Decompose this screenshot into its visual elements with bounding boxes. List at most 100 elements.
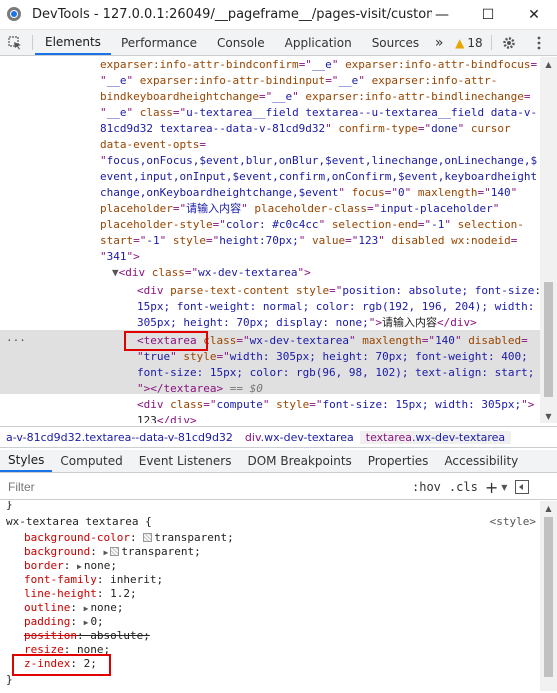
compute-node[interactable]: <div class="compute" style="font-size: 1… [137, 397, 536, 413]
styles-scrollbar[interactable]: ▲ [540, 501, 557, 691]
tab-sources[interactable]: Sources [362, 30, 429, 55]
breadcrumb-item-div[interactable]: div.wx-dev-textarea [239, 431, 360, 444]
scroll-up-icon[interactable]: ▲ [540, 501, 557, 515]
class-toggle[interactable]: .cls [445, 480, 482, 494]
textarea-field-attr-line[interactable]: bindkeyboardheightchange="__e" exparser:… [100, 89, 536, 105]
style-property-padding[interactable]: padding: ▶ 0; [24, 615, 104, 630]
tab-styles[interactable]: Styles [0, 450, 53, 472]
textarea-field-attr-line[interactable]: change,onKeyboardheightchange,$event" fo… [100, 185, 536, 201]
property-name[interactable]: font-family [24, 573, 97, 586]
textarea-field-attr-line[interactable]: "__e" exparser:info-attr-bindinput="__e"… [100, 73, 536, 89]
textarea-node[interactable]: "></textarea> == $0 [137, 381, 536, 397]
parse-text-content-node[interactable]: 15px; font-weight: normal; color: rgb(19… [137, 299, 536, 315]
close-button[interactable]: ✕ [511, 0, 557, 30]
style-property-outline[interactable]: outline: ▶ none; [24, 601, 124, 616]
property-value[interactable]: none; [90, 601, 123, 614]
toggle-sidebar-icon[interactable] [515, 480, 530, 494]
breadcrumb-item-textarea-field[interactable]: a-v-81cd9d32.textarea--data-v-81cd9d32 [0, 431, 239, 444]
property-name[interactable]: background-color [24, 531, 130, 544]
tab-accessibility[interactable]: Accessibility [436, 450, 526, 472]
property-value[interactable]: absolute; [90, 629, 150, 642]
scrollbar-thumb[interactable] [544, 282, 553, 397]
property-value[interactable]: 1.2; [110, 587, 137, 600]
token-attr-val: __e [106, 106, 127, 119]
style-property-position[interactable]: position: absolute; [24, 629, 150, 643]
elements-scrollbar[interactable]: ▲ ▼ [540, 57, 557, 423]
inspect-element-icon[interactable] [0, 30, 30, 55]
more-tabs-button[interactable]: » [429, 30, 449, 55]
scroll-down-icon[interactable]: ▼ [540, 409, 557, 423]
node-actions-ellipsis[interactable]: ... [6, 330, 26, 346]
style-property-line-height[interactable]: line-height: 1.2; [24, 587, 137, 601]
style-property-background[interactable]: background: ▶ transparent; [24, 545, 201, 560]
textarea-field-attr-line[interactable]: data-event-opts= [100, 137, 536, 153]
property-name[interactable]: border [24, 559, 64, 572]
property-value[interactable]: 0; [90, 615, 103, 628]
parse-text-content-node[interactable]: 305px; height: 70px; display: none;">请输入… [137, 315, 536, 331]
property-value[interactable]: none; [84, 559, 117, 572]
more-options-icon[interactable] [524, 30, 554, 55]
tab-console[interactable]: Console [207, 30, 275, 55]
tab-application[interactable]: Application [275, 30, 362, 55]
tab-event-listeners[interactable]: Event Listeners [131, 450, 240, 472]
property-name[interactable]: position [24, 629, 77, 642]
expand-shorthand-icon[interactable]: ▶ [84, 618, 89, 627]
expand-shorthand-icon[interactable]: ▶ [103, 548, 108, 557]
compute-node[interactable]: 123</div> [137, 413, 536, 423]
rule-origin[interactable]: <style> [490, 515, 536, 529]
property-name[interactable]: padding [24, 615, 70, 628]
token-attr-name: exparser:info-attr- [371, 74, 498, 87]
breadcrumb-item-textarea[interactable]: textarea.wx-dev-textarea [359, 430, 512, 444]
property-name[interactable]: outline [24, 601, 70, 614]
tab-performance[interactable]: Performance [111, 30, 207, 55]
textarea-field-attr-line[interactable]: start="-1" style="height:70px;" value="1… [100, 233, 536, 249]
style-property-font-family[interactable]: font-family: inherit; [24, 573, 163, 587]
hover-state-toggle[interactable]: :hov [408, 480, 445, 494]
wx-dev-textarea-node[interactable]: ▼<div class="wx-dev-textarea"> [112, 265, 536, 281]
color-swatch-icon[interactable] [110, 547, 120, 556]
settings-gear-icon[interactable] [494, 30, 524, 55]
property-value[interactable]: transparent; [121, 545, 200, 558]
token-attr-name: focus [351, 186, 385, 199]
textarea-field-attr-line[interactable]: placeholder="请输入内容" placeholder-class="i… [100, 201, 536, 217]
token-tag: " [348, 334, 363, 347]
textarea-field-attr-line[interactable]: event,input,onInput,$event,confirm,onCon… [100, 169, 537, 185]
textarea-field-attr-line[interactable]: "focus,onFocus,$event,blur,onBlur,$event… [100, 153, 537, 169]
textarea-field-attr-line[interactable]: 81cd9d32 textarea--data-v-81cd9d32" conf… [100, 121, 536, 137]
new-rule-dropdown-icon[interactable]: ▼ [501, 483, 507, 492]
minimize-button[interactable]: — [419, 0, 465, 30]
rule-selector[interactable]: wx-textarea textarea { [6, 515, 152, 529]
parse-text-content-node[interactable]: <div parse-text-content style="position:… [137, 283, 540, 299]
token-attr-val: __e [338, 74, 359, 87]
style-property-background-color[interactable]: background-color: transparent; [24, 531, 234, 545]
property-colon: : [70, 601, 84, 614]
textarea-field-attr-line[interactable]: "__e" class="u-textarea__field textarea-… [100, 105, 537, 121]
maximize-button[interactable]: ☐ [465, 0, 511, 30]
textarea-node[interactable]: font-size: 15px; color: rgb(96, 98, 102)… [137, 365, 536, 381]
window-controls: — ☐ ✕ [419, 0, 557, 30]
token-attr-val: 0 [398, 186, 405, 199]
token-attr-val: height:70px; [219, 234, 299, 247]
scroll-up-icon[interactable]: ▲ [540, 57, 557, 71]
expand-shorthand-icon[interactable]: ▶ [77, 562, 82, 571]
expand-shorthand-icon[interactable]: ▶ [84, 604, 89, 613]
style-property-border[interactable]: border: ▶ none; [24, 559, 117, 574]
textarea-field-attr-line[interactable]: "341"> [100, 249, 536, 265]
textarea-node[interactable]: "true" style="width: 305px; height: 70px… [137, 349, 536, 365]
tab-elements[interactable]: Elements [35, 30, 111, 55]
property-value[interactable]: inherit; [110, 573, 163, 586]
new-style-rule-button[interactable]: + [482, 478, 501, 497]
textarea-field-attr-line[interactable]: placeholder-style="color: #c0c4cc" selec… [100, 217, 536, 233]
property-name[interactable]: line-height [24, 587, 97, 600]
tab-properties[interactable]: Properties [360, 450, 437, 472]
tab-dom-breakpoints[interactable]: DOM Breakpoints [239, 450, 359, 472]
tab-computed[interactable]: Computed [52, 450, 130, 472]
property-value[interactable]: transparent; [154, 531, 233, 544]
elements-tree[interactable]: ... exparser:info-attr-bindconfirm="__e"… [0, 57, 540, 423]
scrollbar-thumb[interactable] [544, 517, 553, 677]
color-swatch-icon[interactable] [143, 533, 153, 542]
textarea-field-attr-line[interactable]: exparser:info-attr-bindconfirm="__e" exp… [100, 57, 537, 73]
styles-filter-input[interactable] [8, 480, 408, 494]
property-name[interactable]: background [24, 545, 90, 558]
warnings-counter[interactable]: ▲ 18 [449, 30, 489, 55]
